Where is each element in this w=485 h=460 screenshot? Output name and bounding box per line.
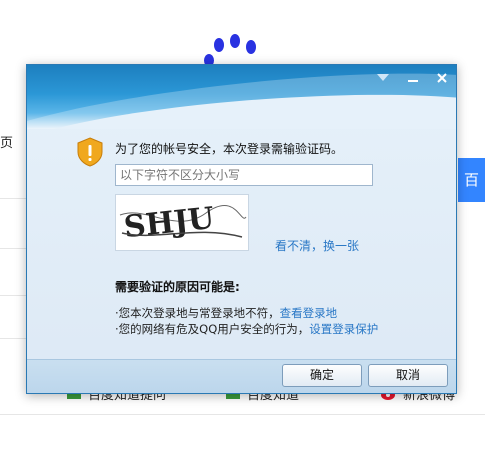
reason-text: ·您本次登录地与常登录地不符， <box>115 306 280 320</box>
close-icon[interactable] <box>432 69 452 87</box>
reason-title: 需要验证的原因可能是: <box>115 280 240 294</box>
reason-item: ·您的网络有危及QQ用户安全的行为，设置登录保护 <box>115 321 378 337</box>
minimize-icon[interactable] <box>403 69 423 87</box>
refresh-captcha-link[interactable]: 看不清，换一张 <box>275 237 359 254</box>
captcha-image: SHJU <box>115 194 249 251</box>
divider <box>0 414 485 415</box>
bg-nav-fragment[interactable]: 页 <box>0 132 13 151</box>
verification-prompt: 为了您的帐号安全，本次登录需输验证码。 <box>115 142 344 156</box>
set-login-protection-link[interactable]: 设置登录保护 <box>309 322 378 336</box>
reason-text: ·您的网络有危及QQ用户安全的行为， <box>115 322 310 336</box>
bg-search-button[interactable]: 百 <box>458 158 485 202</box>
menu-arrow-icon[interactable] <box>373 69 393 87</box>
view-login-location-link[interactable]: 查看登录地 <box>280 306 338 320</box>
dialog-footer: 确定 取消 <box>27 359 456 393</box>
reason-item: ·您本次登录地与常登录地不符，查看登录地 <box>115 305 337 321</box>
ok-button[interactable]: 确定 <box>282 364 362 387</box>
dialog-titlebar[interactable] <box>27 65 456 129</box>
shield-warning-icon <box>76 137 104 167</box>
cancel-button[interactable]: 取消 <box>368 364 448 387</box>
verification-dialog: 为了您的帐号安全，本次登录需输验证码。 SHJU 看不清，换一张 需要验证的原因… <box>26 64 457 394</box>
captcha-input[interactable] <box>115 164 373 186</box>
captcha-text: SHJU <box>122 201 216 245</box>
